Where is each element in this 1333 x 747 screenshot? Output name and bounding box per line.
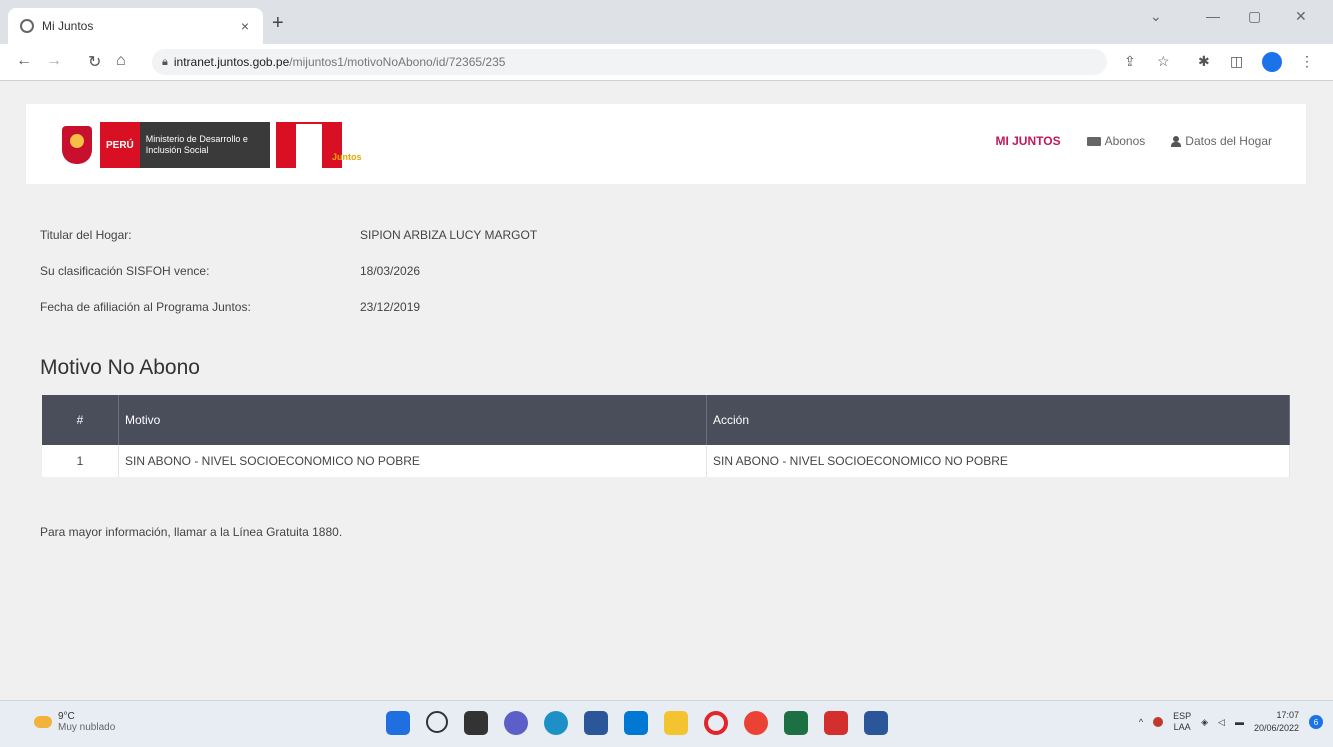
home-icon[interactable]: ⌂	[116, 52, 126, 70]
nav-abonos-label: Abonos	[1104, 134, 1146, 148]
section-title: Motivo No Abono	[40, 356, 200, 379]
footnote: Para mayor información, llamar a la Líne…	[40, 525, 343, 539]
sisfoh-value: 18/03/2026	[360, 264, 421, 278]
table-row: 1 SIN ABONO - NIVEL SOCIOECONOMICO NO PO…	[42, 445, 1290, 477]
chrome-icon[interactable]	[744, 711, 768, 735]
word-icon[interactable]	[864, 711, 888, 735]
new-tab-button[interactable]: +	[272, 12, 284, 35]
reload-icon[interactable]: ↻	[88, 52, 101, 72]
browser-tab-strip: Mi Juntos × + ⌄ — ▢ ✕	[0, 0, 1333, 44]
sisfoh-label: Su clasificación SISFOH vence:	[40, 264, 210, 278]
top-nav: MI JUNTOS Abonos Datos del Hogar	[995, 134, 1272, 148]
tab-search-icon[interactable]: ⌄	[1150, 8, 1162, 25]
program-tag: Juntos	[332, 152, 362, 162]
lang-bottom: LAA	[1173, 722, 1191, 732]
titular-label: Titular del Hogar:	[40, 228, 132, 242]
extensions-puzzle-icon[interactable]: ✱	[1198, 53, 1210, 70]
cell-motivo: SIN ABONO - NIVEL SOCIOECONOMICO NO POBR…	[118, 445, 707, 477]
excel-icon[interactable]	[784, 711, 808, 735]
volume-icon[interactable]: ◁	[1218, 717, 1225, 728]
cell-accion: SIN ABONO - NIVEL SOCIOECONOMICO NO POBR…	[706, 445, 1290, 477]
opera-icon[interactable]	[704, 711, 728, 735]
lock-icon[interactable]: 🔒︎	[162, 56, 168, 69]
tab-close-button[interactable]: ×	[235, 18, 255, 34]
file-explorer-icon[interactable]	[664, 711, 688, 735]
nav-datos-hogar-label: Datos del Hogar	[1185, 134, 1272, 148]
nav-datos-hogar[interactable]: Datos del Hogar	[1171, 134, 1272, 148]
widgets-icon[interactable]	[584, 711, 608, 735]
acrobat-icon[interactable]	[824, 711, 848, 735]
peru-label: PERÚ	[100, 122, 140, 168]
system-tray: ^ ESP LAA ◈ ◁ ▬ 17:07 20/06/2022 6	[1139, 709, 1323, 735]
cell-number: 1	[42, 445, 119, 477]
titular-value: SIPION ARBIZA LUCY MARGOT	[360, 228, 538, 242]
weather-temp: 9°C	[58, 711, 75, 722]
table-header-row: # Motivo Acción	[42, 395, 1290, 445]
nav-mi-juntos[interactable]: MI JUNTOS	[995, 134, 1060, 148]
back-arrow-icon[interactable]: ←	[16, 52, 32, 70]
globe-icon	[20, 19, 34, 33]
taskbar-apps	[386, 711, 888, 735]
weather-desc: Muy nublado	[58, 722, 116, 733]
clock[interactable]: 17:07 20/06/2022	[1254, 709, 1299, 735]
ministry-logo[interactable]: PERÚ Ministerio de Desarrollo e Inclusió…	[62, 122, 342, 168]
col-header-accion: Acción	[706, 395, 1290, 445]
language-indicator[interactable]: ESP LAA	[1173, 711, 1191, 733]
task-view-icon[interactable]	[464, 711, 488, 735]
user-icon	[1171, 135, 1182, 147]
clock-time: 17:07	[1276, 710, 1299, 720]
tray-chevron-icon[interactable]: ^	[1139, 717, 1143, 727]
store-icon[interactable]	[624, 711, 648, 735]
lang-top: ESP	[1173, 711, 1192, 721]
close-window-button[interactable]: ✕	[1295, 8, 1307, 25]
col-header-motivo: Motivo	[118, 395, 707, 445]
tab-title: Mi Juntos	[42, 19, 94, 33]
notification-badge[interactable]: 6	[1309, 715, 1323, 729]
minimize-button[interactable]: —	[1206, 8, 1220, 24]
url-path: /mijuntos1/motivoNoAbono/id/72365/235	[289, 55, 506, 69]
browser-tab[interactable]: Mi Juntos ×	[8, 8, 263, 44]
start-icon[interactable]	[386, 711, 410, 735]
side-panel-icon[interactable]: ◫	[1230, 53, 1243, 70]
menu-kebab-icon[interactable]: ⋮	[1300, 53, 1314, 70]
weather-widget[interactable]: 9°C Muy nublado	[34, 711, 115, 733]
coat-of-arms-icon	[62, 126, 92, 164]
url-domain: intranet.juntos.gob.pe	[173, 55, 290, 69]
browser-toolbar: ← → ↻ ⌂ 🔒︎ intranet.juntos.gob.pe /mijun…	[0, 44, 1333, 81]
search-icon[interactable]	[426, 711, 448, 733]
col-header-number: #	[42, 395, 119, 445]
tray-app-icon[interactable]	[1153, 717, 1164, 727]
chat-icon[interactable]	[504, 711, 528, 735]
share-icon[interactable]: ⇪	[1124, 53, 1136, 70]
wifi-icon[interactable]: ◈	[1201, 717, 1208, 728]
afiliacion-label: Fecha de afiliación al Programa Juntos:	[40, 300, 251, 314]
nav-abonos[interactable]: Abonos	[1086, 134, 1146, 148]
clock-date: 20/06/2022	[1253, 723, 1299, 733]
edge-icon[interactable]	[544, 711, 568, 735]
windows-taskbar: 9°C Muy nublado ^ ESP LAA ◈ ◁ ▬ 17:07 20…	[0, 700, 1333, 747]
motivo-table: # Motivo Acción 1 SIN ABONO - NIVEL SOCI…	[42, 395, 1290, 477]
ministry-label: Ministerio de Desarrollo e Inclusión Soc…	[139, 122, 270, 168]
weather-cloud-icon	[34, 716, 52, 728]
address-bar[interactable]: 🔒︎ intranet.juntos.gob.pe /mijuntos1/mot…	[152, 49, 1107, 75]
maximize-button[interactable]: ▢	[1248, 8, 1261, 25]
forward-arrow-icon[interactable]: →	[46, 52, 62, 70]
battery-icon[interactable]: ▬	[1235, 717, 1244, 727]
money-icon	[1086, 136, 1101, 146]
afiliacion-value: 23/12/2019	[360, 300, 421, 314]
profile-avatar[interactable]	[1262, 52, 1282, 72]
site-header: PERÚ Ministerio de Desarrollo e Inclusió…	[26, 104, 1306, 184]
bookmark-star-icon[interactable]: ☆	[1157, 53, 1170, 70]
